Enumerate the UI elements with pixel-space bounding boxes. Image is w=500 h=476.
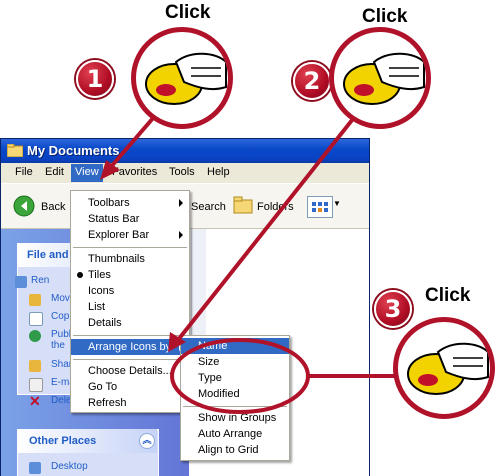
callout-line-2 (176, 108, 362, 342)
click-label-2: Click (362, 6, 408, 27)
highlight-ellipse (170, 338, 310, 414)
mouse-click-lens-2 (329, 27, 431, 129)
click-label-1: Click (165, 2, 211, 23)
mouse-hand-icon (145, 52, 227, 105)
mouse-hand-icon (407, 342, 489, 395)
mouse-hand-icon (343, 52, 425, 105)
step-number-2: 2 (293, 62, 331, 100)
mouse-click-lens-1 (131, 27, 233, 129)
mouse-click-lens-3 (393, 317, 495, 419)
click-label-3: Click (425, 285, 471, 306)
callout-arrowhead-1 (100, 160, 120, 180)
step-number-1: 1 (76, 60, 114, 98)
step-number-3: 3 (374, 290, 412, 328)
